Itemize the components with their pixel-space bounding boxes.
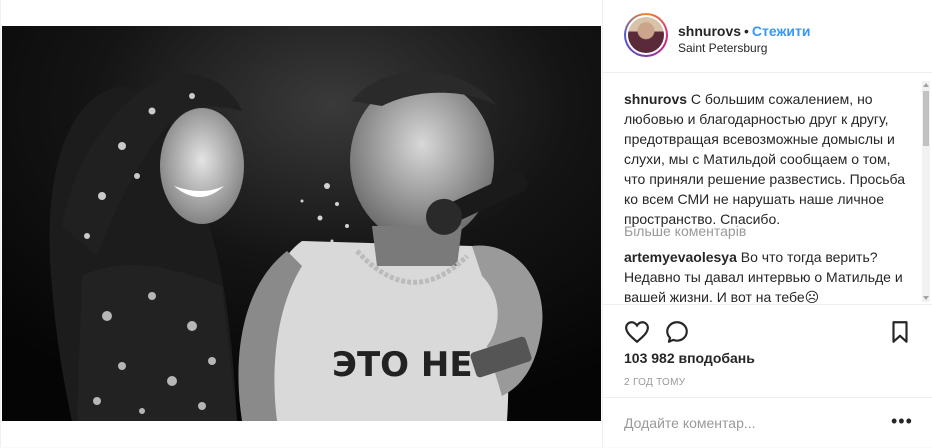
follow-button[interactable]: Стежити bbox=[752, 23, 811, 39]
scroll-down-arrow-icon[interactable] bbox=[923, 296, 929, 300]
location-link[interactable]: Saint Petersburg bbox=[678, 41, 767, 55]
post-header: shnurovs • Стежити Saint Petersburg bbox=[603, 0, 932, 73]
comment-icon[interactable] bbox=[664, 319, 690, 345]
heart-icon[interactable] bbox=[624, 319, 650, 345]
comment-username[interactable]: artemyevaolesya bbox=[624, 249, 737, 265]
photo-illustration: ЭТО НЕ bbox=[2, 26, 601, 421]
user-line: shnurovs • Стежити bbox=[678, 22, 811, 40]
separator-dot: • bbox=[744, 23, 749, 39]
add-comment-input[interactable] bbox=[624, 412, 864, 434]
scroll-thumb[interactable] bbox=[923, 91, 929, 146]
likes-count[interactable]: 103 982 вподобань bbox=[624, 350, 755, 366]
username-link[interactable]: shnurovs bbox=[678, 23, 741, 39]
comments-section[interactable]: shnurovs С большим сожалением, но любовь… bbox=[603, 73, 932, 303]
scroll-up-arrow-icon[interactable] bbox=[923, 83, 929, 87]
post-sidebar: shnurovs • Стежити Saint Petersburg shnuro… bbox=[602, 0, 932, 447]
comments-scrollbar[interactable] bbox=[922, 81, 930, 302]
avatar[interactable] bbox=[624, 13, 668, 57]
add-comment-bar: ••• bbox=[603, 397, 932, 448]
comment-item: artemyevaolesya Во что тогда верить? Нед… bbox=[624, 247, 906, 303]
bookmark-icon[interactable] bbox=[887, 319, 913, 345]
shirt-text: ЭТО НЕ bbox=[332, 345, 473, 385]
caption-username[interactable]: shnurovs bbox=[624, 91, 687, 107]
post-actions bbox=[603, 304, 932, 349]
post-timestamp[interactable]: 2 ГОД ТОМУ bbox=[624, 377, 685, 388]
post-caption: shnurovs С большим сожалением, но любовь… bbox=[624, 89, 906, 229]
more-options-icon[interactable]: ••• bbox=[891, 412, 913, 430]
caption-text: С большим сожалением, но любовью и благо… bbox=[624, 91, 906, 227]
post-photo[interactable]: ЭТО НЕ bbox=[2, 26, 601, 421]
load-more-comments-button[interactable]: Більше коментарів bbox=[624, 223, 746, 239]
